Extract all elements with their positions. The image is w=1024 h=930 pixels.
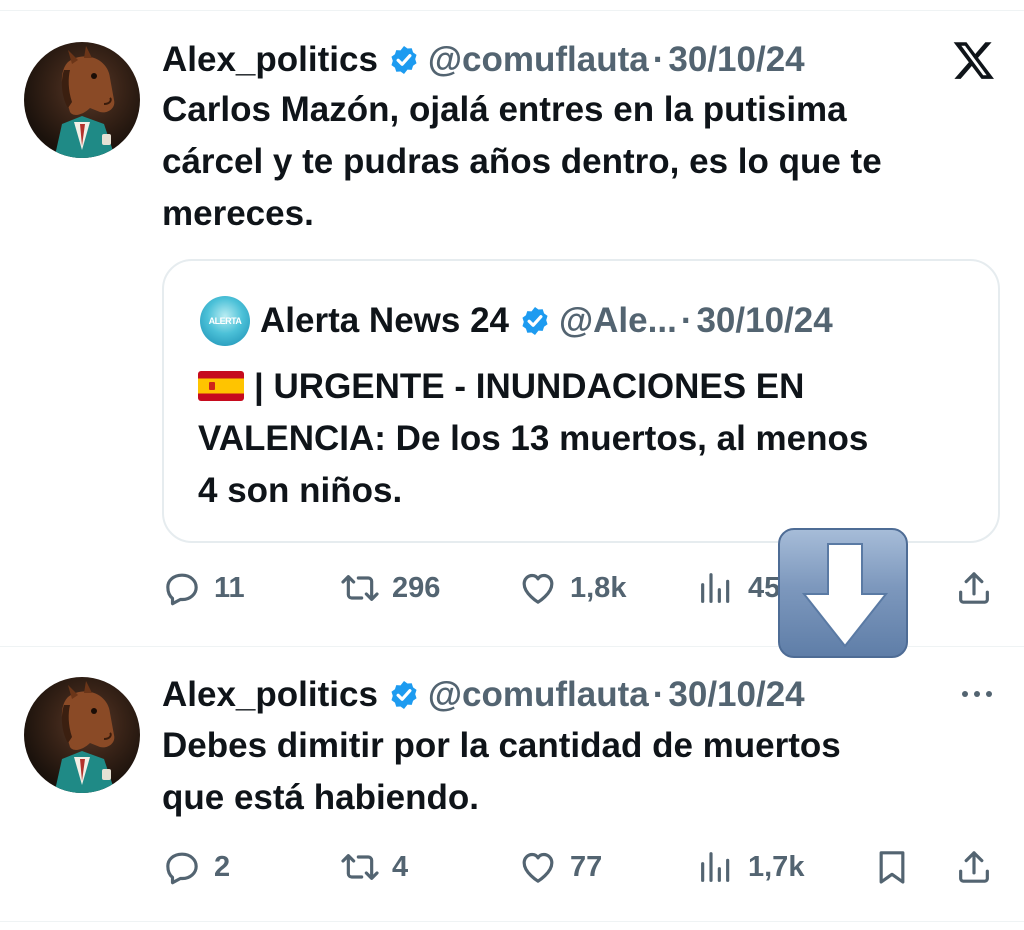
repost-icon bbox=[341, 854, 379, 880]
repost-count: 296 bbox=[392, 571, 441, 604]
x-logo-icon[interactable] bbox=[952, 38, 996, 82]
views-button[interactable]: 1,7k bbox=[696, 845, 804, 889]
more-options-icon[interactable] bbox=[958, 682, 996, 706]
quote-text-line-content: | URGENTE - INUNDACIONES EN bbox=[254, 367, 805, 406]
author-name[interactable]: Alex_politics bbox=[162, 40, 378, 80]
quote-author-name[interactable]: Alerta News 24 bbox=[260, 301, 509, 341]
quote-avatar-logo: ALERTA NEWS 24 bbox=[208, 316, 242, 326]
horse-portrait-icon bbox=[54, 46, 116, 158]
quote-date[interactable]: 30/10/24 bbox=[696, 301, 832, 341]
quote-avatar[interactable]: ALERTA NEWS 24 bbox=[200, 296, 250, 346]
share-icon bbox=[959, 572, 989, 604]
like-button[interactable]: 77 bbox=[518, 845, 602, 889]
reply-count: 2 bbox=[214, 850, 231, 883]
tweet-date[interactable]: 30/10/24 bbox=[668, 675, 804, 715]
author-handle[interactable]: @comuflauta bbox=[428, 40, 649, 80]
heart-icon bbox=[522, 573, 554, 604]
down-arrow-glyph bbox=[801, 543, 889, 648]
views-count: 1,7k bbox=[748, 850, 805, 883]
tweet-text: Carlos Mazón, ojalá entres en la putisim… bbox=[162, 84, 1002, 240]
tweet-text-line: mereces. bbox=[162, 194, 314, 233]
author-name[interactable]: Alex_politics bbox=[162, 675, 378, 715]
horse-portrait-icon bbox=[54, 681, 116, 793]
like-count: 77 bbox=[570, 850, 603, 883]
repost-button[interactable]: 4 bbox=[340, 845, 408, 889]
tweet-header: Alex_politics @comuflauta · 30/10/24 bbox=[162, 675, 805, 715]
verified-badge-icon bbox=[522, 307, 548, 335]
verified-badge-icon bbox=[391, 681, 417, 709]
tweet-text: Debes dimitir por la cantidad de muertos… bbox=[162, 720, 1002, 824]
repost-icon bbox=[341, 575, 379, 601]
separator: · bbox=[652, 675, 665, 714]
views-chart-icon bbox=[701, 573, 730, 603]
download-arrow-icon bbox=[778, 528, 908, 658]
quote-text-line: | URGENTE - INUNDACIONES EN bbox=[198, 361, 978, 413]
reply-count: 11 bbox=[214, 571, 245, 604]
quote-author-handle[interactable]: @Ale... bbox=[559, 301, 677, 341]
spain-flag-icon bbox=[198, 371, 244, 401]
avatar[interactable] bbox=[24, 677, 140, 793]
share-icon bbox=[959, 851, 989, 883]
views-count: 45 bbox=[748, 571, 781, 604]
top-divider bbox=[0, 10, 1024, 11]
tweet-text-line: Carlos Mazón, ojalá entres en la putisim… bbox=[162, 90, 847, 129]
like-button[interactable]: 1,8k bbox=[518, 566, 626, 610]
reply-button[interactable]: 11 bbox=[162, 566, 245, 610]
repost-count: 4 bbox=[392, 850, 409, 883]
separator: · bbox=[652, 40, 665, 79]
separator: · bbox=[680, 301, 693, 340]
reply-icon bbox=[166, 852, 198, 885]
like-count: 1,8k bbox=[570, 571, 627, 604]
bookmark-button[interactable] bbox=[872, 845, 912, 889]
quote-text: | URGENTE - INUNDACIONES EN VALENCIA: De… bbox=[198, 361, 978, 517]
verified-badge-icon bbox=[391, 46, 417, 74]
tweet-actions: 2 4 77 1,7k bbox=[0, 845, 1024, 889]
share-button[interactable] bbox=[954, 845, 994, 889]
tweet-date[interactable]: 30/10/24 bbox=[668, 40, 804, 80]
tweet-text-line: Debes dimitir por la cantidad de muertos bbox=[162, 726, 841, 765]
tweet-text-line: que está habiendo. bbox=[162, 778, 479, 817]
views-chart-icon bbox=[701, 852, 730, 882]
quote-text-line: VALENCIA: De los 13 muertos, al menos bbox=[198, 419, 869, 458]
quoted-tweet-card[interactable]: ALERTA NEWS 24 Alerta News 24 @Ale... · … bbox=[162, 259, 1000, 543]
heart-icon bbox=[522, 852, 554, 883]
tweet-text-line: cárcel y te pudras años dentro, es lo qu… bbox=[162, 142, 882, 181]
repost-button[interactable]: 296 bbox=[340, 566, 440, 610]
author-handle[interactable]: @comuflauta bbox=[428, 675, 649, 715]
bookmark-icon bbox=[879, 851, 905, 884]
views-button[interactable]: 45 bbox=[696, 566, 780, 610]
share-button[interactable] bbox=[954, 566, 994, 610]
quote-text-line: 4 son niños. bbox=[198, 471, 403, 510]
reply-icon bbox=[166, 573, 198, 606]
bottom-divider bbox=[0, 921, 1024, 922]
quote-header: Alerta News 24 @Ale... · 30/10/24 bbox=[260, 301, 833, 341]
reply-button[interactable]: 2 bbox=[162, 845, 230, 889]
tweet-header: Alex_politics @comuflauta · 30/10/24 bbox=[162, 40, 805, 80]
avatar[interactable] bbox=[24, 42, 140, 158]
